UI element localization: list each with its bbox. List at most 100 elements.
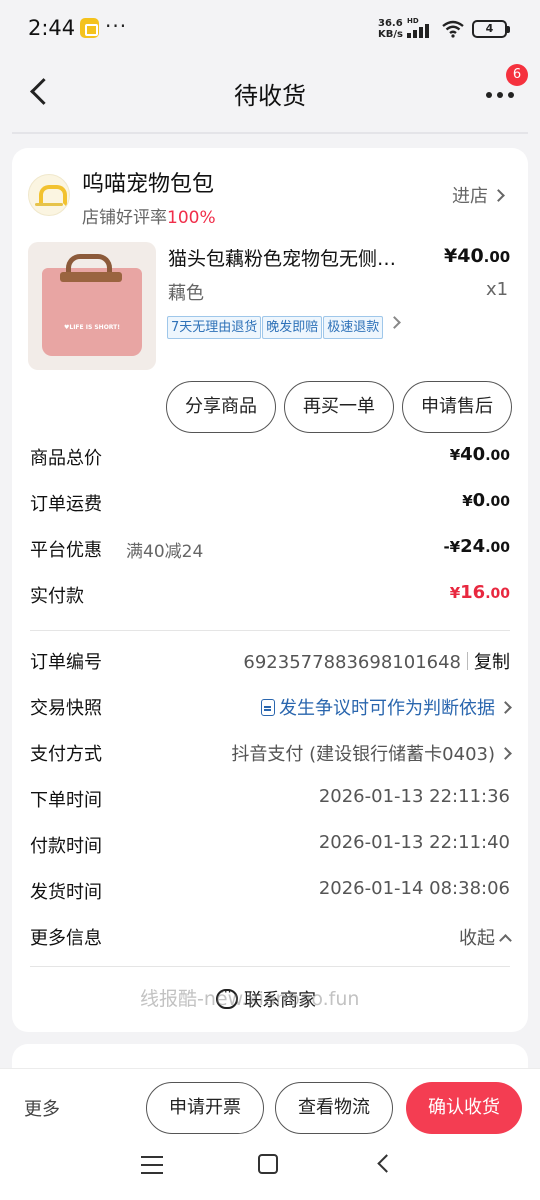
total-price-label: 商品总价 bbox=[30, 448, 102, 469]
order-time-row: 下单时间 2026-01-13 22:11:36 bbox=[30, 786, 510, 816]
watermark: 线报酷-new.xianbao.fun bbox=[140, 988, 360, 1010]
battery-icon: 4 bbox=[472, 20, 510, 38]
payment-method: 抖音支付 (建设银行储蓄卡0403) bbox=[231, 744, 495, 765]
collapse-toggle[interactable]: 收起 bbox=[459, 924, 512, 950]
pay-time-label: 付款时间 bbox=[30, 836, 102, 857]
total-price-int: 40 bbox=[460, 444, 486, 465]
shop-rating: 店铺好评率100% bbox=[82, 203, 216, 228]
more-info-row[interactable]: 更多信息 收起 bbox=[30, 924, 512, 954]
shop-logo[interactable] bbox=[28, 174, 70, 216]
pay-time-value: 2026-01-13 22:11:40 bbox=[318, 832, 510, 853]
signal-icon bbox=[407, 24, 435, 38]
more-actions-link[interactable]: 更多 bbox=[24, 1095, 60, 1121]
app-notification-icon bbox=[80, 18, 99, 38]
chevron-up-icon bbox=[499, 934, 512, 947]
ship-time-row: 发货时间 2026-01-14 08:38:06 bbox=[30, 878, 510, 908]
request-invoice-button[interactable]: 申请开票 bbox=[146, 1082, 264, 1134]
paid-label: 实付款 bbox=[30, 586, 84, 607]
ship-time-label: 发货时间 bbox=[30, 882, 102, 903]
snapshot-link: 发生争议时可作为判断依据 bbox=[279, 698, 495, 719]
chevron-right-icon bbox=[388, 316, 402, 329]
ship-time-value: 2026-01-14 08:38:06 bbox=[318, 878, 510, 899]
shop-rating-value: 100% bbox=[167, 208, 216, 228]
shipping-label: 订单运费 bbox=[30, 494, 102, 515]
status-time: 2:44 bbox=[28, 16, 76, 40]
enter-shop-label: 进店 bbox=[452, 186, 488, 207]
separator bbox=[467, 652, 468, 670]
order-number: 6923577883698101648 bbox=[243, 652, 461, 673]
order-card: 呜喵宠物包包 店铺好评率100% 进店 ♥LIFE IS SHORT! 猫头包藕… bbox=[12, 148, 528, 1032]
notification-badge: 6 bbox=[506, 64, 528, 86]
currency-symbol: ¥ bbox=[462, 492, 473, 510]
menu-icon[interactable] bbox=[141, 1156, 163, 1174]
more-notifications-icon: ··· bbox=[105, 14, 128, 38]
copy-button[interactable]: 复制 bbox=[474, 652, 510, 673]
paid-row: 实付款 ¥16.00 bbox=[30, 582, 510, 612]
confirm-receipt-button[interactable]: 确认收货 bbox=[406, 1082, 522, 1134]
discount-int: 24 bbox=[460, 536, 486, 557]
product-image[interactable]: ♥LIFE IS SHORT! bbox=[28, 242, 156, 370]
product-price: ¥40.00 bbox=[444, 245, 510, 267]
shipping-dec: .00 bbox=[485, 494, 510, 510]
more-info-label: 更多信息 bbox=[30, 928, 102, 949]
payment-method-value: 抖音支付 (建设银行储蓄卡0403) bbox=[231, 740, 512, 766]
view-logistics-button[interactable]: 查看物流 bbox=[275, 1082, 393, 1134]
shop-name[interactable]: 呜喵宠物包包 bbox=[82, 166, 214, 198]
wifi-icon bbox=[442, 20, 464, 38]
tag-late-compensation: 晚发即赔 bbox=[262, 316, 323, 339]
discount-desc: 满40减24 bbox=[126, 542, 204, 562]
shipping-value: ¥0.00 bbox=[462, 490, 510, 511]
snapshot-label: 交易快照 bbox=[30, 698, 102, 719]
currency-symbol: ¥ bbox=[449, 446, 461, 464]
after-sale-button[interactable]: 申请售后 bbox=[402, 381, 512, 433]
order-number-label: 订单编号 bbox=[30, 652, 102, 673]
discount-dec: .00 bbox=[485, 540, 510, 556]
paid-int: 16 bbox=[460, 582, 486, 603]
shop-rating-label: 店铺好评率 bbox=[82, 208, 167, 228]
payment-method-row[interactable]: 支付方式 抖音支付 (建设银行储蓄卡0403) bbox=[30, 740, 512, 770]
chevron-right-icon bbox=[499, 701, 512, 714]
order-number-row: 订单编号 6923577883698101648 复制 bbox=[30, 648, 510, 678]
order-time-label: 下单时间 bbox=[30, 790, 102, 811]
chevron-right-icon bbox=[492, 189, 505, 202]
discount-value: -¥24.00 bbox=[443, 536, 510, 557]
currency-symbol: ¥ bbox=[449, 584, 461, 602]
document-icon bbox=[261, 699, 275, 716]
order-number-value: 6923577883698101648 复制 bbox=[243, 648, 510, 674]
page-title: 待收货 bbox=[234, 82, 306, 110]
network-speed: 36.6 KB/s bbox=[378, 18, 403, 40]
paid-dec: .00 bbox=[485, 586, 510, 602]
enter-shop-link[interactable]: 进店 bbox=[452, 182, 505, 208]
section-divider bbox=[30, 630, 510, 631]
product-title[interactable]: 猫头包藕粉色宠物包无侧… bbox=[168, 244, 423, 271]
snapshot-value[interactable]: 发生争议时可作为判断依据 bbox=[261, 694, 512, 720]
product-price-int: ¥40 bbox=[444, 245, 484, 267]
back-icon[interactable] bbox=[377, 1154, 396, 1173]
product-actions: 分享商品 再买一单 申请售后 bbox=[158, 381, 512, 433]
shipping-int: 0 bbox=[472, 490, 486, 511]
bag-strap bbox=[60, 272, 122, 282]
tag-fast-refund: 极速退款 bbox=[323, 316, 384, 339]
paid-value: ¥16.00 bbox=[450, 582, 510, 603]
snapshot-row[interactable]: 交易快照 发生争议时可作为判断依据 bbox=[30, 694, 512, 724]
payment-method-label: 支付方式 bbox=[30, 744, 102, 765]
page-header: 待收货 bbox=[0, 58, 540, 128]
system-nav-bar bbox=[0, 1140, 540, 1200]
total-price-value: ¥40.00 bbox=[450, 444, 510, 465]
tag-return-7day: 7天无理由退货 bbox=[167, 316, 262, 339]
pay-time-row: 付款时间 2026-01-13 22:11:40 bbox=[30, 832, 510, 862]
chevron-right-icon bbox=[499, 747, 512, 760]
currency-symbol: -¥ bbox=[443, 538, 461, 556]
bag-print-text: ♥LIFE IS SHORT! bbox=[64, 324, 120, 331]
product-quantity: x1 bbox=[486, 279, 509, 300]
share-product-button[interactable]: 分享商品 bbox=[166, 381, 276, 433]
shipping-row: 订单运费 ¥0.00 bbox=[30, 490, 510, 520]
buy-again-button[interactable]: 再买一单 bbox=[284, 381, 394, 433]
total-price-row: 商品总价 ¥40.00 bbox=[30, 444, 510, 474]
discount-row: 平台优惠 满40减24 -¥24.00 bbox=[30, 536, 510, 566]
section-divider bbox=[30, 966, 510, 967]
total-price-dec: .00 bbox=[485, 448, 510, 464]
product-price-dec: .00 bbox=[483, 248, 511, 266]
home-icon[interactable] bbox=[258, 1154, 278, 1174]
service-tags[interactable]: 7天无理由退货 晚发即赔 极速退款 bbox=[167, 316, 402, 340]
